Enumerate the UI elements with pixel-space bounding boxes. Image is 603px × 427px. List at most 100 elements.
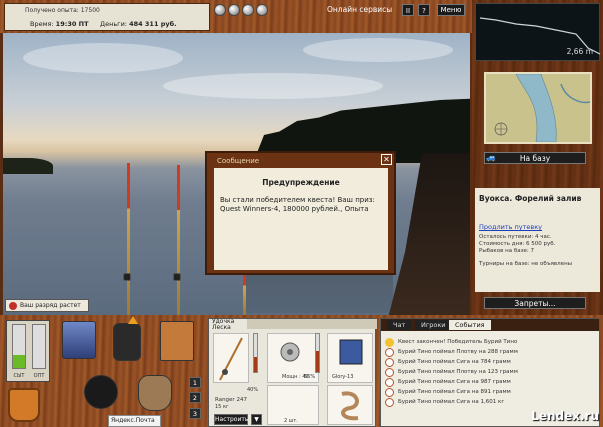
event-text: Бурий Тино поймал Плотву на 288 грамм [398,349,518,355]
catch-hook-icon [385,358,394,367]
catch-hook-icon [385,368,394,377]
catch-hook-icon [385,348,394,357]
time-value: 19:30 ПТ [55,20,89,28]
depth-value: 2,66 m [566,47,593,56]
reeds [3,158,53,174]
fishing-rod-2[interactable] [177,165,180,315]
slot-button-2[interactable]: 2 [189,392,201,403]
cooking-pot-icon[interactable] [84,375,118,409]
slot-button-3[interactable]: 3 [189,408,201,419]
tab-line: Леска [212,324,231,331]
location-line: Рыбаков на базе: 7 [479,248,534,254]
medal-icon [214,4,226,16]
exp-gauge [32,324,46,369]
top-bar: Получено опыта: 17500 Время: 19:30 ПТ Де… [0,0,472,33]
quest-dialog: Сообщение ✕ Предупреждение Вы стали побе… [205,151,396,275]
depth-chart: 2,66 m [475,3,601,61]
reel-icon [173,273,181,281]
base-label: На базу [519,154,551,163]
hook-count: 2 шт. [284,418,298,424]
hook-slot[interactable]: 2 шт. [267,385,319,425]
reel-icon [123,273,131,281]
location-line: Турниры на базе: не объявлены [479,261,573,267]
bottom-panel: СЫТ ОПТ 1 2 3 Яндекс.Почта Удочка Леска … [0,315,603,427]
rod-icon [219,337,243,381]
money-display: Деньги: 484 311 руб. [100,20,177,28]
close-icon[interactable]: ✕ [381,154,392,165]
reel-slot[interactable]: Мощн : 40 56% [267,333,319,383]
event-item: Бурий Тино поймал Плотву на 123 грамм [385,367,518,377]
warning-icon [128,316,138,324]
tab-chat[interactable]: Чат [387,320,412,330]
slot-button-1[interactable]: 1 [189,377,201,388]
lure-icon [339,339,363,365]
bans-button[interactable]: Запреты... [484,297,586,309]
help-button[interactable]: ? [418,4,430,16]
rod-tab[interactable]: Удочка Леска [209,319,245,331]
bucket-icon[interactable] [8,388,40,422]
event-text: Бурий Тино поймал Сига на 987 грамм [398,379,511,385]
time-label: Время: [30,20,54,28]
location-info: Вуокса. Форелий залив Продлить путевку О… [475,188,600,292]
rod-slot[interactable] [213,333,249,383]
event-text: Квест закончен! Победитель Бурий Тино [398,339,518,345]
worm-slot[interactable] [327,385,373,425]
rod-selector-bar[interactable] [247,319,377,329]
go-to-base-button[interactable]: На базу [484,152,586,164]
catch-hook-icon [385,378,394,387]
bait-slot[interactable]: Glory-13 [327,333,373,383]
pause-button[interactable]: II [402,4,414,16]
worm-icon [341,391,359,421]
dialog-heading: Предупреждение [262,178,340,187]
money-label: Деньги: [100,20,127,28]
rod-strength-bar [253,333,258,373]
watermark: Lendex.ru [531,409,599,423]
rod-weight: 15 кг [215,404,229,410]
event-text: Бурий Тино поймал Сига на 784 грамм [398,359,511,365]
rod-name: Ranger 247 [215,397,247,403]
event-text: Бурий Тино поймал Плотву на 123 грамм [398,369,518,375]
rod-pct: 40% [247,387,259,393]
fishing-rod-1[interactable] [127,163,130,315]
reel-icon [280,342,300,362]
tab-players[interactable]: Игроки [415,320,452,330]
rod-panel: Удочка Леска Ranger 247 15 кг 40% Мощн :… [208,318,377,427]
exp-label: ОПТ [33,373,45,379]
online-services-link[interactable]: Онлайн сервисы [327,5,392,14]
event-item: Бурий Тино поймал Сига на 891 грамм [385,387,518,397]
status-gauges: СЫТ ОПТ [6,320,50,382]
events-list: Квест закончен! Победитель Бурий Тино Бур… [385,337,518,407]
catch-hook-icon [385,388,394,397]
extend-permit-link[interactable]: Продлить путевку [479,223,596,231]
location-line: Стоимость дня: 6 500 руб. [479,241,556,247]
dialog-title: Сообщение [217,157,260,165]
event-item: Бурий Тино поймал Сига на 784 грамм [385,357,518,367]
adjust-button[interactable]: Настроить [214,414,248,425]
rocky-shore [388,153,470,315]
quest-star-icon [385,338,394,347]
sack-icon[interactable] [138,375,172,411]
tab-events[interactable]: События [449,320,491,330]
event-item: Бурий Тино поймал Плотву на 288 грамм [385,347,518,357]
cloud [23,43,183,73]
dialog-body: Предупреждение Вы стали победителем квес… [214,168,388,270]
event-item: Бурий Тино поймал Сига на 1,601 кг [385,397,518,407]
player-stats: Получено опыта: 17500 Время: 19:30 ПТ Де… [4,3,210,31]
tackle-box-icon[interactable] [62,321,96,359]
dialog-text: Вы стали победителем квеста! Ваш приз: Q… [220,196,375,213]
satiety-fill [13,355,25,368]
alert-icon [9,302,17,310]
cloud [303,38,453,62]
medal-icon [228,4,240,16]
satiety-label: СЫТ [13,373,25,379]
event-text: Бурий Тино поймал Сига на 1,601 кг [398,399,505,405]
lake-map[interactable] [484,72,592,144]
journal-icon[interactable] [160,321,194,361]
event-item: Бурий Тино поймал Сига на 987 грамм [385,377,518,387]
rank-notification[interactable]: Ваш разряд растет [5,299,89,312]
menu-button[interactable]: Меню [437,4,465,16]
adjust-dropdown-icon[interactable]: ▼ [251,414,262,425]
cloud [163,73,383,99]
fishing-rod-3[interactable] [243,273,246,315]
backpack-icon[interactable] [113,323,141,361]
